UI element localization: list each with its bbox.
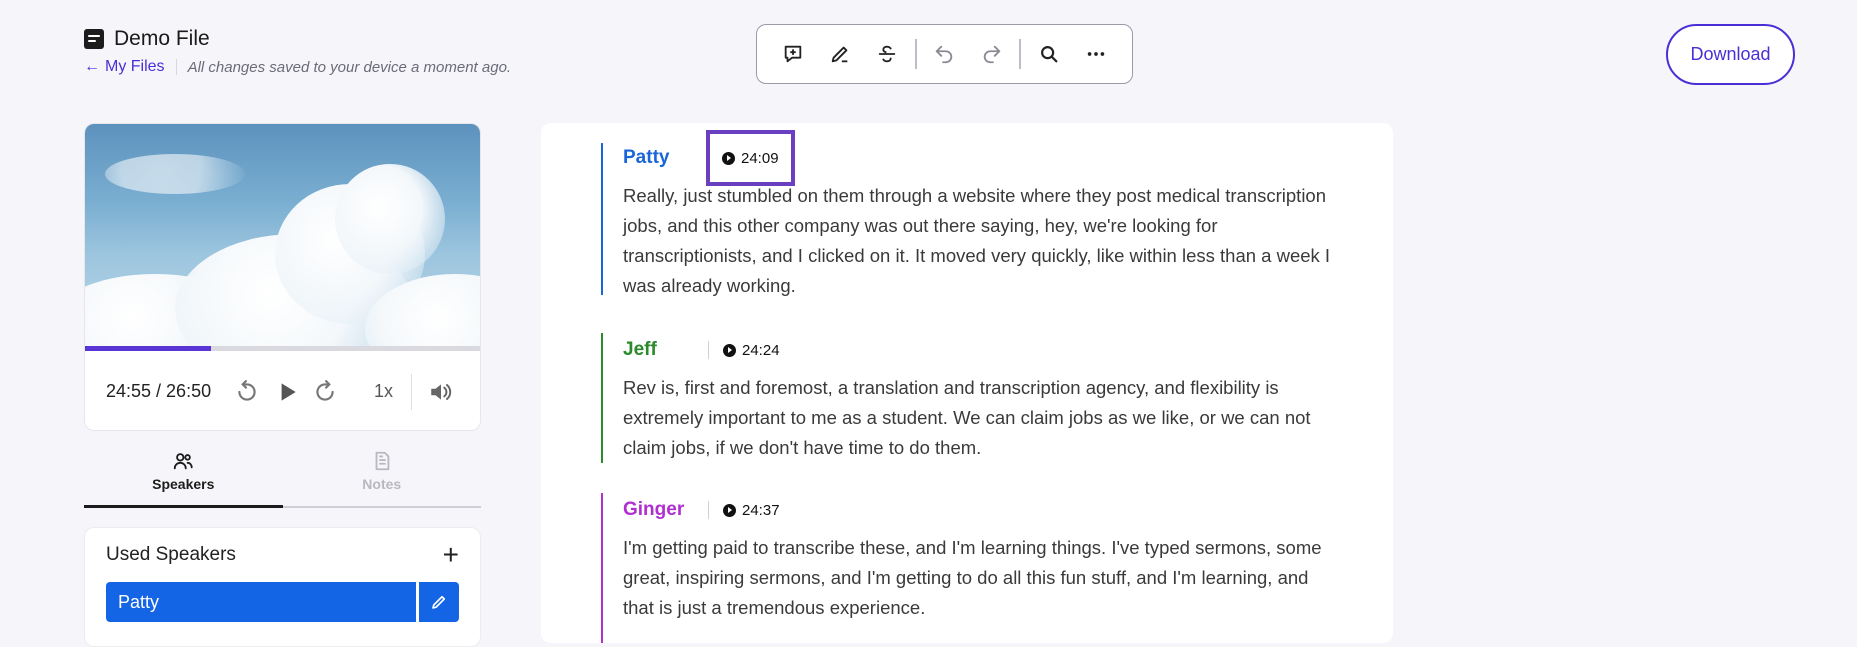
speaker-item-patty[interactable]: Patty bbox=[106, 582, 416, 622]
timestamp-button[interactable]: 24:37 bbox=[713, 493, 790, 527]
segment-text[interactable]: Rev is, first and foremost, a translatio… bbox=[623, 373, 1343, 463]
my-files-link[interactable]: ← My Files bbox=[84, 58, 165, 76]
speaker-name[interactable]: Jeff bbox=[623, 339, 708, 361]
rewind-icon[interactable] bbox=[234, 379, 260, 405]
undo-icon[interactable] bbox=[923, 32, 966, 76]
tab-speakers-label: Speakers bbox=[152, 476, 215, 492]
search-icon[interactable] bbox=[1027, 32, 1070, 76]
document-icon bbox=[84, 29, 104, 49]
forward-icon[interactable] bbox=[312, 379, 338, 405]
arrow-left-icon: ← bbox=[84, 58, 100, 75]
my-files-label: My Files bbox=[105, 58, 165, 75]
play-icon[interactable] bbox=[274, 379, 300, 405]
save-status: All changes saved to your device a momen… bbox=[187, 58, 512, 76]
play-circle-icon bbox=[723, 343, 736, 357]
speaker-color-bar bbox=[601, 493, 603, 643]
speaker-name[interactable]: Ginger bbox=[623, 499, 708, 521]
pencil-icon[interactable] bbox=[818, 32, 861, 76]
sidebar-tabs: Speakers Notes bbox=[84, 446, 481, 508]
transcript-segment: Patty 24:09 Really, just stumbled on the… bbox=[623, 130, 1343, 301]
add-comment-icon[interactable] bbox=[771, 32, 814, 76]
file-header: Demo File ← My Files All changes saved t… bbox=[84, 27, 511, 76]
divider bbox=[708, 501, 709, 519]
play-circle-icon bbox=[723, 503, 736, 517]
edit-speaker-button[interactable] bbox=[419, 582, 459, 622]
play-circle-icon bbox=[722, 151, 735, 165]
people-icon bbox=[174, 453, 193, 470]
redo-icon[interactable] bbox=[970, 32, 1013, 76]
timestamp-label: 24:09 bbox=[741, 149, 779, 167]
add-speaker-button[interactable]: + bbox=[443, 541, 459, 569]
timestamp-label: 24:37 bbox=[742, 501, 780, 519]
toolbar-divider bbox=[914, 39, 917, 69]
toolbar-divider bbox=[1019, 39, 1022, 69]
divider bbox=[411, 373, 413, 410]
segment-text[interactable]: I'm getting paid to transcribe these, an… bbox=[623, 533, 1343, 623]
used-speakers-panel: Used Speakers + Patty bbox=[84, 527, 481, 647]
speaker-color-bar bbox=[601, 333, 603, 463]
speaker-name[interactable]: Patty bbox=[623, 147, 708, 169]
transcript-segment: Ginger 24:37 I'm getting paid to transcr… bbox=[623, 493, 1343, 623]
tab-notes[interactable]: Notes bbox=[282, 446, 481, 508]
transcript-segment: Jeff 24:24 Rev is, first and foremost, a… bbox=[623, 333, 1343, 463]
segment-text[interactable]: Really, just stumbled on them through a … bbox=[623, 181, 1343, 301]
transcript-panel: Patty 24:09 Really, just stumbled on the… bbox=[541, 123, 1393, 643]
pencil-icon bbox=[432, 595, 446, 609]
divider bbox=[175, 59, 177, 75]
time-display: 24:55 / 26:50 bbox=[106, 381, 212, 401]
divider bbox=[708, 341, 709, 359]
strikethrough-icon[interactable] bbox=[866, 32, 909, 76]
speaker-color-bar bbox=[601, 143, 603, 295]
media-player: 24:55 / 26:50 1x bbox=[84, 123, 481, 431]
file-title: Demo File bbox=[114, 27, 210, 50]
volume-icon[interactable] bbox=[428, 379, 454, 405]
tab-notes-label: Notes bbox=[362, 476, 402, 492]
used-speakers-title: Used Speakers bbox=[106, 544, 236, 565]
player-controls: 24:55 / 26:50 1x bbox=[85, 351, 480, 430]
timestamp-label: 24:24 bbox=[742, 341, 780, 359]
editor-toolbar bbox=[756, 24, 1133, 84]
more-icon[interactable] bbox=[1075, 32, 1118, 76]
timestamp-button[interactable]: 24:09 bbox=[706, 130, 795, 186]
tab-speakers[interactable]: Speakers bbox=[84, 446, 283, 508]
note-icon bbox=[375, 451, 390, 471]
download-button[interactable]: Download bbox=[1666, 24, 1795, 85]
playback-speed[interactable]: 1x bbox=[374, 381, 393, 402]
video-thumbnail[interactable] bbox=[85, 124, 480, 346]
timestamp-button[interactable]: 24:24 bbox=[713, 333, 790, 367]
